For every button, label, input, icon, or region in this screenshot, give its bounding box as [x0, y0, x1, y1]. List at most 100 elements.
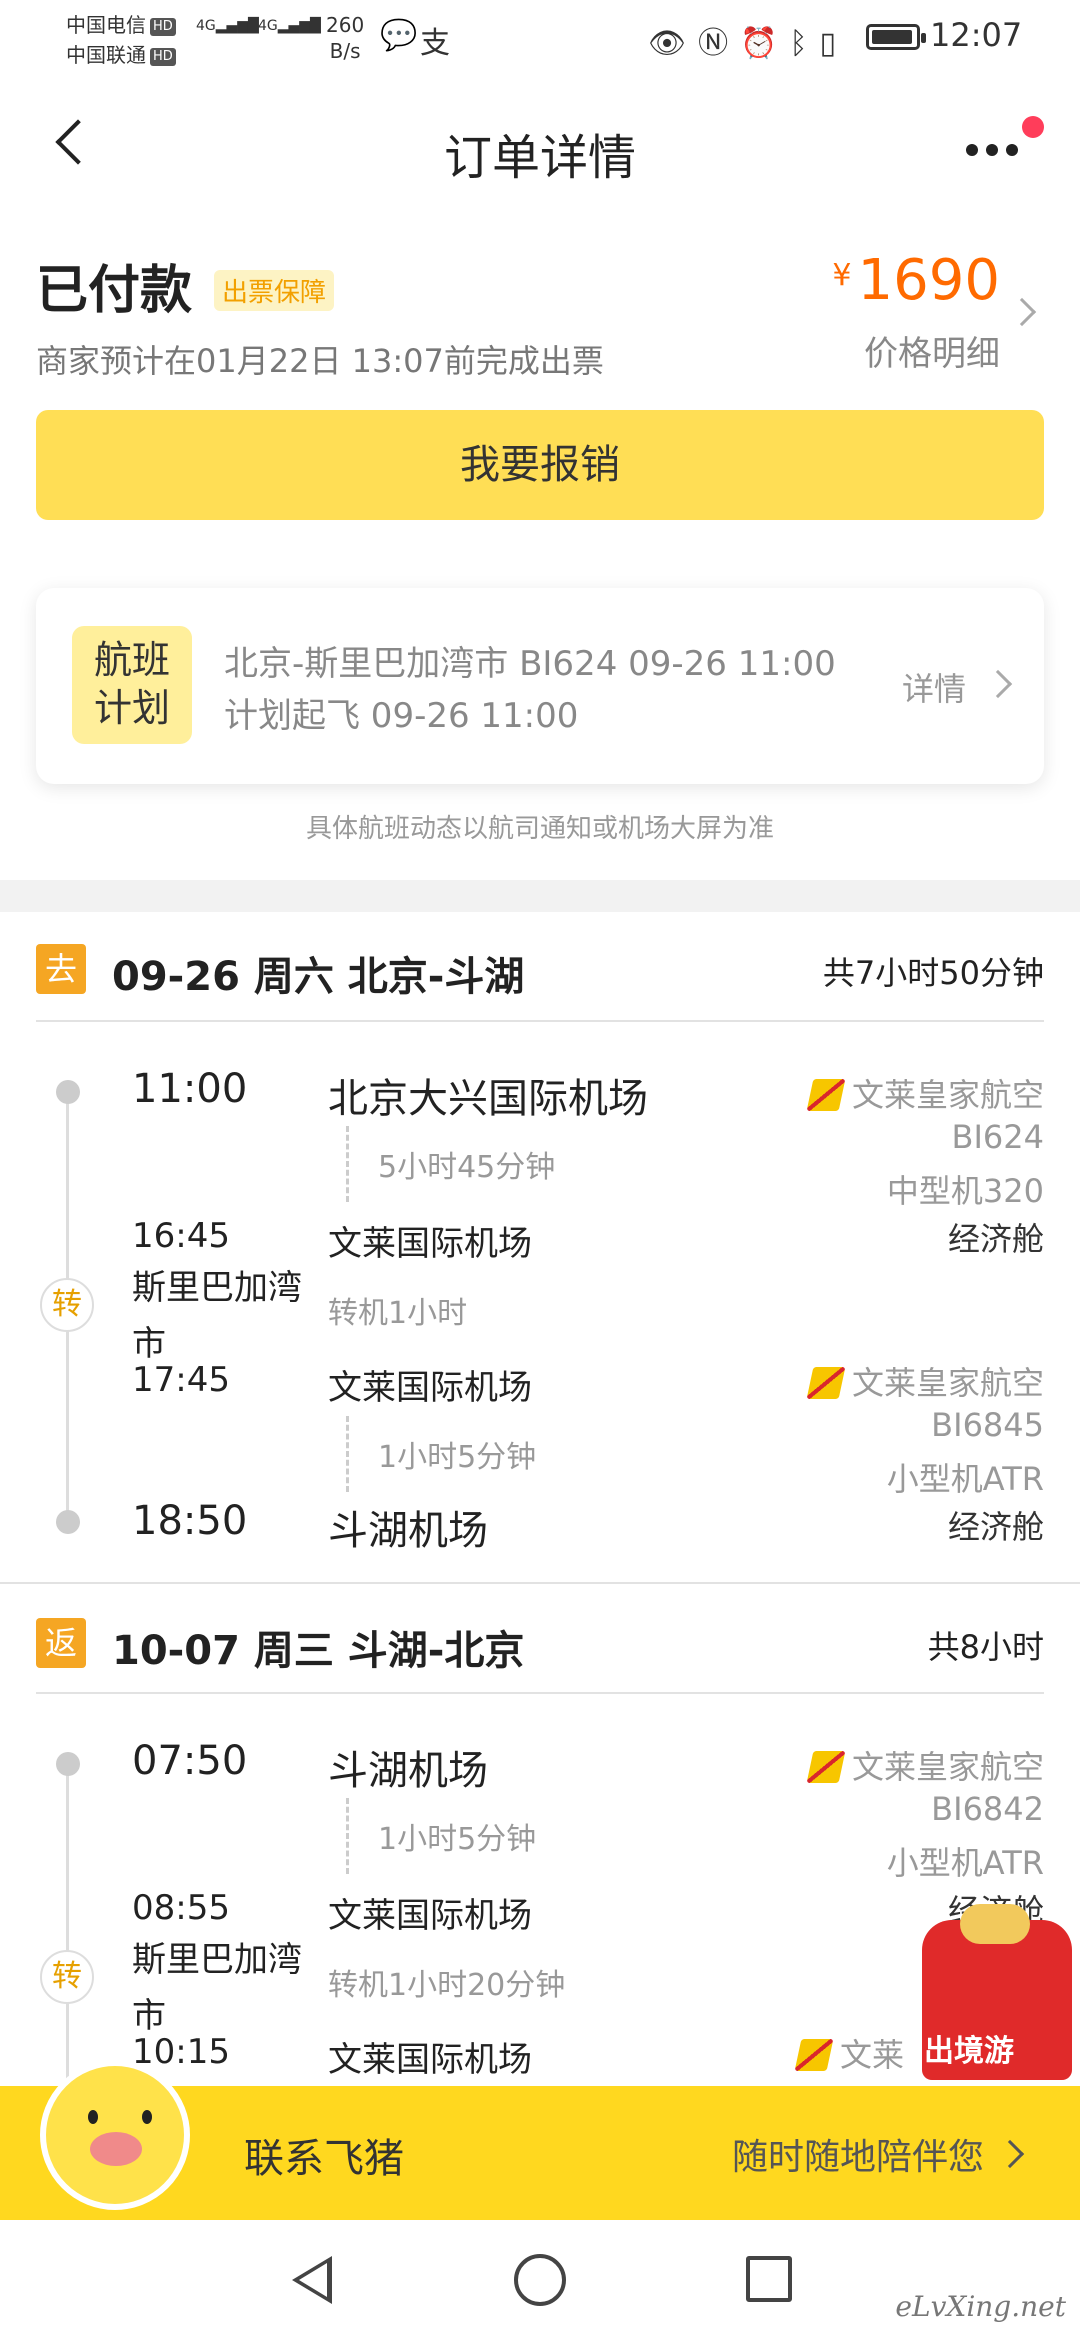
outbound-header: 去 09-26 周六 北京-斗湖 共7小时50分钟 [36, 914, 1044, 1014]
transfer-city: 斯里巴加湾 [132, 1940, 302, 1980]
carrier-info: 中国电信 HD 中国联通 HD [66, 10, 176, 70]
divider [36, 1692, 1044, 1694]
departure-airport: 斗湖机场 [328, 1748, 488, 1794]
fliggy-pig-avatar-icon[interactable] [40, 2060, 190, 2210]
flight-duration: 1小时5分钟 [378, 1440, 537, 1475]
departure-time: 07:50 [132, 1738, 248, 1784]
navigation-bar: 订单详情 [0, 96, 1080, 196]
flight-plan-route: 北京-斯里巴加湾市 BI624 09-26 11:00 [224, 644, 836, 684]
arrival-time: 16:45 [132, 1216, 230, 1256]
flight-duration: 1小时5分钟 [378, 1822, 537, 1857]
vibrate-icon: ▯ [819, 26, 848, 61]
departure-airport: 文莱国际机场 [328, 1368, 532, 1408]
departure-airport: 文莱国际机场 [328, 2040, 532, 2080]
system-back-icon[interactable] [292, 2256, 332, 2304]
eye-icon: 👁 [648, 26, 699, 61]
airline-logo-icon [806, 1367, 846, 1399]
outbound-title: 09-26 周六 北京-斗湖 [112, 954, 525, 1000]
airline: 文莱皇家航空 [806, 1742, 1044, 1788]
contact-label[interactable]: 联系飞猪 [244, 2126, 404, 2184]
airline: 文莱皇家航空 [806, 1070, 1044, 1116]
status-icons: 👁Ⓝ⏰ᛒ▯ [648, 18, 848, 62]
airline: 文莱 [794, 2030, 904, 2076]
price-amount: 1690 [857, 248, 1000, 313]
price-detail-link[interactable]: 价格明细 [864, 326, 1000, 375]
transfer-city: 斯里巴加湾 [132, 1268, 302, 1308]
net-speed: 260 B/s [326, 13, 365, 63]
nfc-icon: Ⓝ [698, 26, 741, 61]
dashed-connector [346, 1416, 349, 1492]
chevron-right-icon[interactable] [983, 669, 1013, 699]
dashed-connector [346, 1798, 349, 1874]
order-price[interactable]: ¥1690 [832, 248, 1000, 313]
flight-status-note: 具体航班动态以航司通知或机场大屏为准 [305, 814, 774, 844]
section-separator [0, 880, 1080, 912]
inbound-total-duration: 共8小时 [927, 1628, 1044, 1666]
alipay-icon: 支 [420, 26, 450, 61]
clock: 12:07 [930, 16, 1023, 54]
currency-symbol: ¥ [832, 258, 852, 293]
arrival-airport: 文莱国际机场 [328, 1224, 532, 1264]
timeline-dot [56, 1080, 80, 1104]
transfer-city-cont: 市 [132, 1996, 166, 2036]
departure-time: 17:45 [132, 1360, 230, 1400]
arrival-airport: 文莱国际机场 [328, 1896, 532, 1936]
airline: 文莱皇家航空 [806, 1358, 1044, 1404]
status-bar: 中国电信 HD 中国联通 HD 4G▂▄▆█ 4G▂▄▆█ 260 B/s 💬 支 … [0, 0, 1080, 74]
divider [0, 1582, 1080, 1584]
departure-airport: 北京大兴国际机场 [328, 1076, 648, 1122]
flight-plan-card[interactable]: 航班 计划 北京-斯里巴加湾市 BI624 09-26 11:00 计划起飞 0… [36, 588, 1044, 784]
arrival-time: 08:55 [132, 1888, 230, 1928]
more-dots-icon [966, 144, 978, 156]
aircraft-type: 小型机ATR [886, 1460, 1044, 1498]
system-recents-icon[interactable] [746, 2256, 792, 2302]
notification-dot [1022, 116, 1044, 138]
timeline-dot [56, 1752, 80, 1776]
inbound-title: 10-07 周三 斗湖-北京 [112, 1628, 525, 1674]
aircraft-type: 小型机ATR [886, 1844, 1044, 1882]
airline-logo-icon [806, 1751, 846, 1783]
arrival-airport: 斗湖机场 [328, 1508, 488, 1554]
chat-icon: 💬 [380, 18, 418, 53]
chevron-right-icon[interactable] [1007, 297, 1037, 327]
inbound-tag: 返 [36, 1618, 86, 1668]
promo-label: 出境游 [924, 2034, 1014, 2069]
flight-plan-departure: 计划起飞 09-26 11:00 [224, 696, 579, 736]
departure-time: 11:00 [132, 1066, 248, 1112]
aircraft-type: 中型机320 [886, 1172, 1044, 1210]
more-button[interactable] [966, 116, 1044, 172]
ticket-issue-note: 商家预计在01月22日 13:07前完成出票 [36, 342, 604, 380]
signal-icon: 4G▂▄▆█ [258, 18, 321, 34]
reimburse-button[interactable]: 我要报销 [36, 410, 1044, 520]
dashed-connector [346, 1126, 349, 1202]
watermark: eLvXing.net [895, 2290, 1066, 2323]
transfer-icon: 转 [40, 1950, 94, 2004]
transfer-icon: 转 [40, 1278, 94, 1332]
signal-icon: 4G▂▄▆█ [196, 18, 259, 34]
cabin-class: 经济舱 [947, 1508, 1044, 1546]
timeline-dot [56, 1510, 80, 1534]
flight-plan-detail-link[interactable]: 详情 [902, 664, 966, 710]
divider [36, 1020, 1044, 1022]
arrival-time: 18:50 [132, 1498, 248, 1544]
airline-logo-icon [806, 1079, 846, 1111]
page-title: 订单详情 [443, 130, 636, 186]
battery-icon [866, 24, 926, 50]
flight-plan-badge: 航班 计划 [72, 626, 192, 744]
system-home-icon[interactable] [514, 2254, 566, 2306]
hd-badge: HD [150, 17, 176, 36]
airline-logo-icon [794, 2039, 834, 2071]
guarantee-badge: 出票保障 [214, 270, 335, 311]
outbound-tag: 去 [36, 944, 86, 994]
contact-subtitle[interactable]: 随时随地陪伴您 [732, 2128, 984, 2180]
hd-badge: HD [150, 47, 176, 66]
alarm-icon: ⏰ [740, 26, 790, 61]
bluetooth-icon: ᛒ [789, 26, 820, 61]
outbound-total-duration: 共7小时50分钟 [822, 954, 1044, 992]
flight-number: BI6845 [931, 1406, 1044, 1444]
carrier-2: 中国联通 [66, 43, 146, 67]
promo-red-packet[interactable]: 出境游 [910, 1900, 1080, 2090]
transfer-city-cont: 市 [132, 1324, 166, 1364]
flight-number: BI624 [951, 1118, 1044, 1156]
flight-number: BI6842 [931, 1790, 1044, 1828]
